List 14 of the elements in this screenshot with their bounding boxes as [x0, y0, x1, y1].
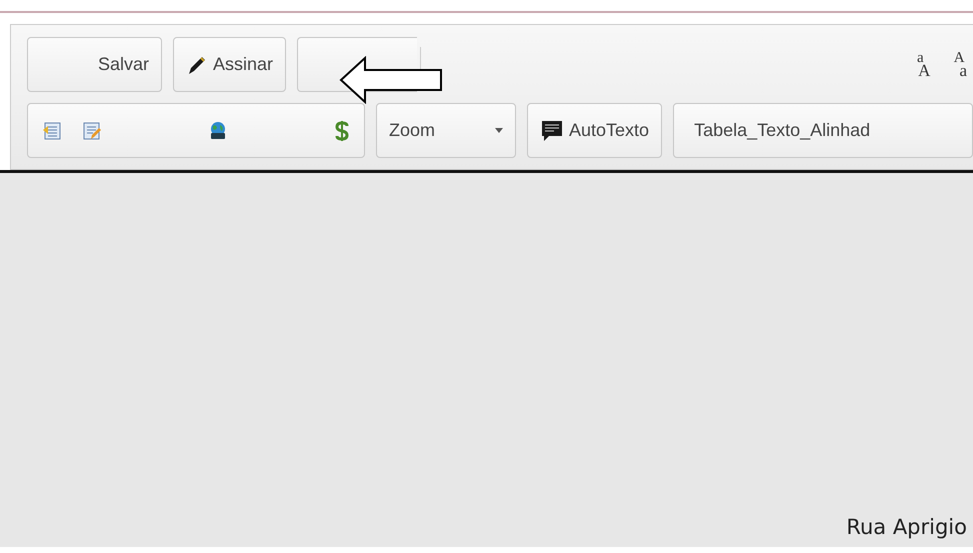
caret-icon	[495, 128, 503, 133]
form-icon[interactable]	[42, 120, 62, 140]
style-field[interactable]: Tabela_Texto_Alinhad	[673, 103, 973, 158]
zoom-dropdown[interactable]: Zoom	[376, 103, 516, 158]
toolbar-button[interactable]: Assinar	[173, 37, 286, 92]
dollar-icon[interactable]	[334, 120, 350, 142]
document-text: Rua Aprigio	[846, 515, 967, 539]
change-case-button[interactable]: A a	[947, 52, 973, 78]
change-case-button[interactable]: a A	[906, 52, 936, 78]
edit-form-icon[interactable]	[82, 120, 102, 140]
toolbar-button[interactable]: Salvar	[27, 37, 162, 92]
globe-icon[interactable]	[208, 120, 228, 140]
autotext-button[interactable]: AutoTexto	[527, 103, 662, 158]
speech-bubble-icon	[540, 118, 564, 142]
